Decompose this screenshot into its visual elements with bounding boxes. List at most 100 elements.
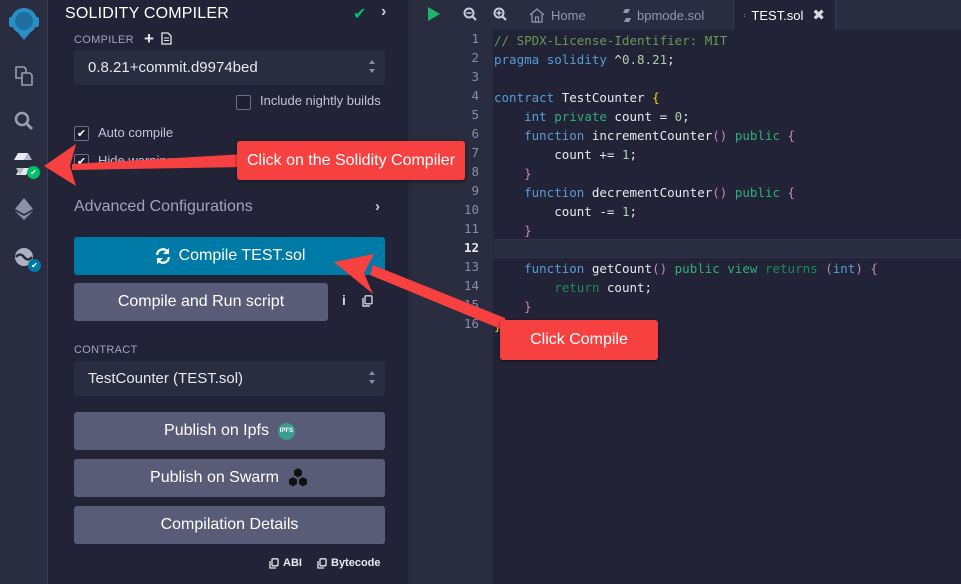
abi-label: ABI [283,557,302,569]
info-icon[interactable]: i [342,292,346,308]
callout-compile: Click Compile [500,320,658,360]
remix-logo-icon [9,8,39,40]
chevron-right-icon[interactable]: › [381,3,386,21]
publish-swarm-label: Publish on Swarm [150,469,279,486]
contract-label: CONTRACT [74,344,138,356]
file-explorer-button[interactable] [0,56,48,96]
compiled-check-badge: ✔ [27,166,40,179]
close-tab-icon[interactable]: ✖ [812,6,825,24]
code-line-11: } [524,223,532,238]
solidity-compiler-panel: SOLIDITY COMPILER ✔ › COMPILER + 0.8.21+… [49,0,410,584]
tab-home[interactable]: Home [519,0,596,30]
code-line-10: count -= 1; [494,204,637,219]
compile-and-run-button[interactable]: Compile and Run script [74,283,328,321]
code-line-15: } [524,299,532,314]
compile-button[interactable]: Compile TEST.sol [74,237,385,275]
analyzers-check-badge: ✔ [28,259,41,272]
refresh-icon [155,248,170,264]
compile-and-run-label: Compile and Run script [117,293,285,310]
line-number: 2 [471,50,479,65]
line-number: 1 [471,31,479,46]
line-number: 9 [471,183,479,198]
bytecode-label: Bytecode [331,557,381,569]
line-number: 11 [463,221,479,236]
code-line-7: count += 1; [494,147,637,162]
line-number: 3 [471,69,479,84]
editor-tab-bar: Home bpmode.sol TEST.sol ✖ [411,0,961,30]
tab-label: TEST.sol [751,7,804,23]
hide-warnings-checkbox[interactable]: ✔ [74,154,89,169]
line-number: 16 [463,316,479,331]
code-line-13: function getCount() public view returns … [524,261,878,276]
solidity-file-icon [623,8,631,22]
solidity-compiler-button[interactable]: ✔ [0,144,48,184]
compilation-details-button[interactable]: Compilation Details [74,506,385,544]
current-line-highlight [494,239,961,258]
copy-bytecode-button[interactable]: Bytecode [317,557,381,569]
solidity-file-icon [744,13,746,17]
tab-bpmode-sol[interactable]: bpmode.sol [613,0,714,30]
copy-abi-button[interactable]: ABI [269,557,302,569]
tab-label: bpmode.sol [637,7,705,23]
line-number: 4 [471,88,479,103]
add-compiler-icon[interactable]: + [144,29,154,49]
code-line-4: contract TestCounter { [494,90,660,105]
icon-bar: ✔ ✔ [0,0,48,584]
remix-logo[interactable] [0,0,48,46]
compiler-version-value: 0.8.21+commit.d9974bed [88,59,258,76]
contract-value: TestCounter (TEST.sol) [88,370,244,387]
callout-solidity-compiler: Click on the Solidity Compiler [237,141,465,180]
zoom-in-icon[interactable] [493,7,507,21]
code-area[interactable]: // SPDX-License-Identifier: MIT pragma s… [494,30,961,584]
line-number: 7 [471,145,479,160]
copy-icon [269,557,279,569]
compiler-label: COMPILER [74,34,134,46]
publish-ipfs-button[interactable]: Publish on Ipfs IPFS [74,412,385,450]
publish-ipfs-label: Publish on Ipfs [164,422,269,439]
advanced-configurations-toggle[interactable]: Advanced Configurations [74,198,253,216]
check-icon: ✔ [353,6,367,23]
swarm-icon [288,468,307,487]
code-line-14: return count; [554,280,653,295]
tab-label: Home [551,7,586,23]
code-line-9: function decrementCounter() public { [524,185,796,200]
copy-icon[interactable] [362,295,373,307]
deploy-run-button[interactable] [0,189,48,229]
line-number: 6 [471,126,479,141]
include-nightly-checkbox[interactable] [236,95,251,110]
line-number: 14 [463,278,479,293]
tab-test-sol[interactable]: TEST.sol ✖ [733,0,836,30]
auto-compile-label: Auto compile [98,125,174,140]
home-icon [529,7,545,23]
include-nightly-label: Include nightly builds [260,93,381,108]
select-arrows-icon [369,60,375,74]
line-number: 12 [463,240,479,255]
compile-button-label: Compile TEST.sol [178,247,306,264]
code-line-5: int private count = 0; [524,109,690,124]
auto-compile-checkbox[interactable]: ✔ [74,126,89,141]
code-editor: Home bpmode.sol TEST.sol ✖ 1 2 3 4 5 6 7 8 9 10 11… [411,0,961,584]
code-line-8: } [524,166,532,181]
select-arrows-icon [369,371,375,385]
analyzers-button[interactable]: ✔ [0,237,48,277]
hide-warnings-label: Hide warnings [98,153,181,168]
panel-title: SOLIDITY COMPILER [65,5,230,22]
code-line-1: // SPDX-License-Identifier: MIT [494,33,728,48]
line-number: 8 [471,164,479,179]
line-number: 5 [471,107,479,122]
document-icon[interactable] [161,32,172,45]
line-number: 10 [463,202,479,217]
run-icon[interactable] [427,6,441,22]
compilation-details-label: Compilation Details [160,516,299,533]
file-explorer-icon [15,66,33,86]
search-icon [14,111,34,131]
ethereum-icon [15,198,33,220]
chevron-right-icon[interactable]: › [375,198,380,215]
search-button[interactable] [0,101,48,141]
contract-select[interactable]: TestCounter (TEST.sol) [74,361,385,396]
ipfs-icon: IPFS [277,422,295,440]
compiler-version-select[interactable]: 0.8.21+commit.d9974bed [74,50,385,85]
zoom-out-icon[interactable] [463,7,477,21]
code-line-6: function incrementCounter() public { [524,128,796,143]
publish-swarm-button[interactable]: Publish on Swarm [74,459,385,497]
